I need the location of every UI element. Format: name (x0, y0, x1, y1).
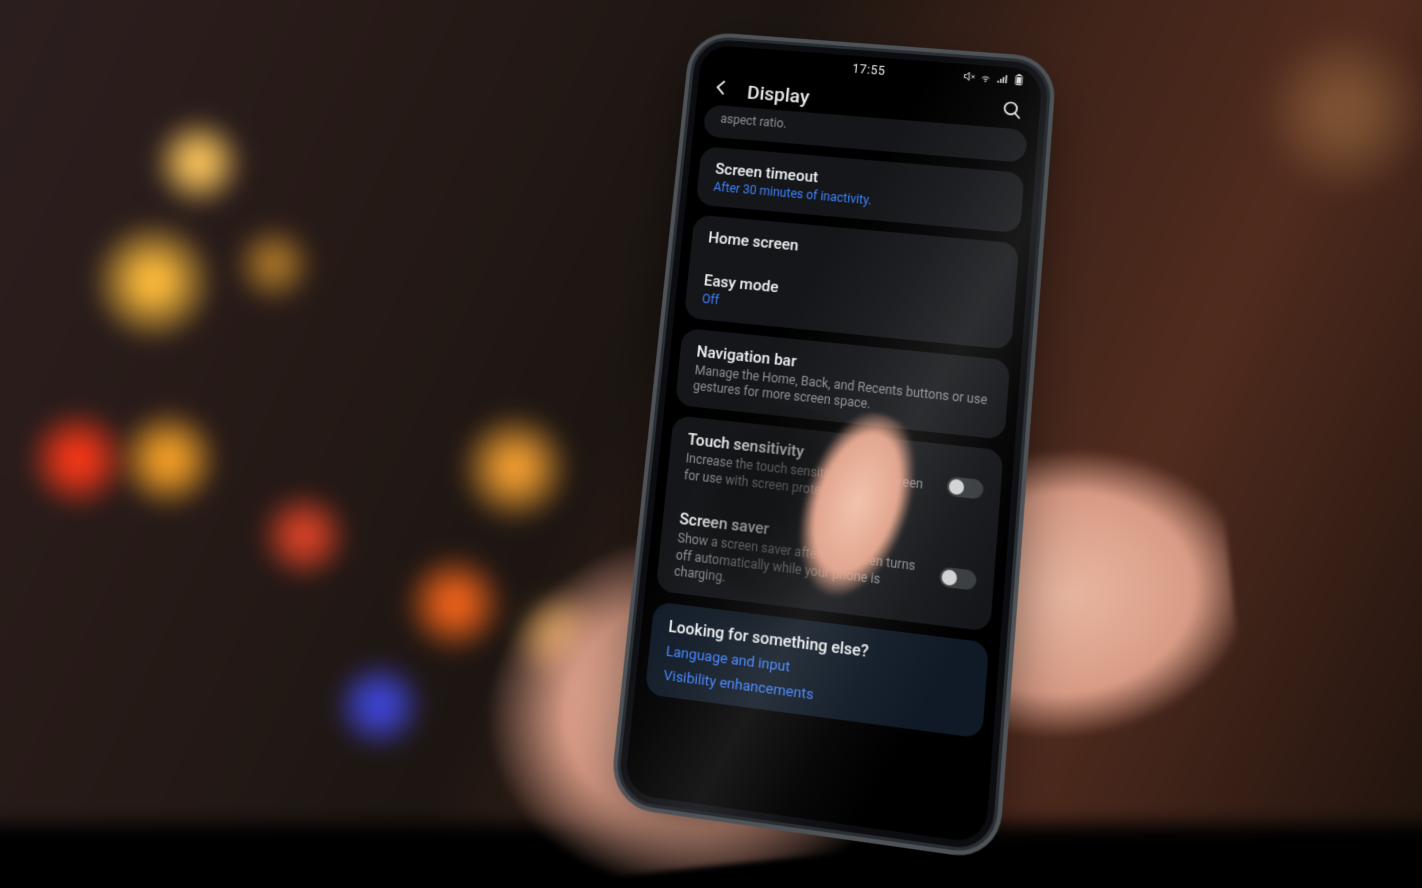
card-home-easy: Home screen Easy mode Off (684, 215, 1019, 350)
status-time: 17:55 (852, 62, 886, 78)
toggle-screen-saver[interactable] (939, 566, 977, 590)
toggle-touch-sensitivity[interactable] (946, 476, 984, 500)
search-icon (1001, 99, 1023, 121)
mute-icon (962, 70, 975, 83)
signal-icon (996, 72, 1009, 85)
status-icons (962, 70, 1025, 87)
back-button[interactable] (710, 77, 732, 102)
wifi-icon (979, 71, 992, 84)
chevron-left-icon (711, 77, 733, 98)
search-button[interactable] (1001, 99, 1024, 125)
battery-icon (1012, 74, 1025, 87)
